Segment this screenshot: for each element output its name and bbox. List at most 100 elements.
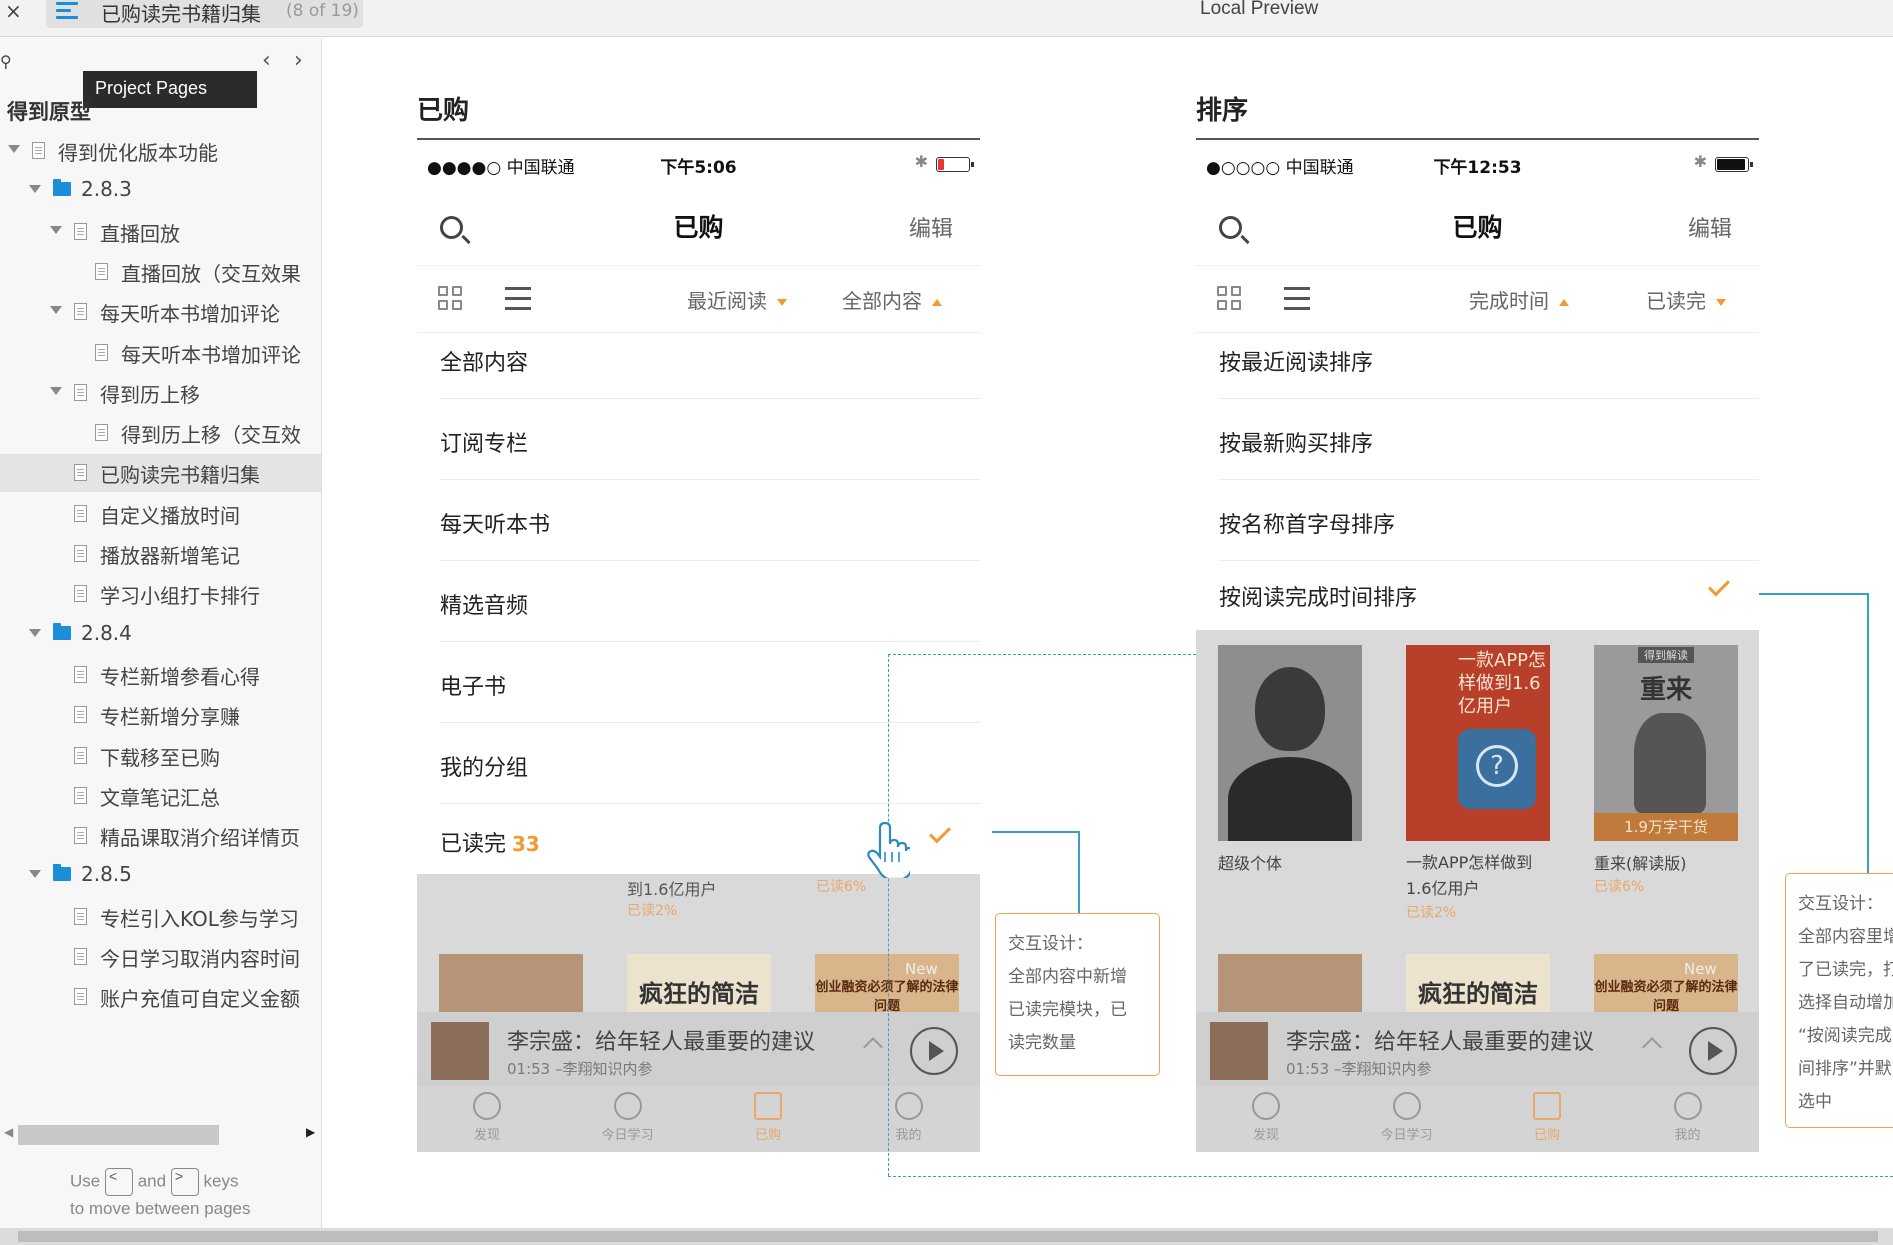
play-icon[interactable] <box>1689 1027 1737 1075</box>
menu-item[interactable]: 我的分组 <box>417 723 980 804</box>
tree-folder[interactable]: 2.8.3 <box>0 172 321 210</box>
expand-toggle-icon[interactable] <box>29 870 41 879</box>
menu-item[interactable]: 按最近阅读排序 <box>1196 318 1759 399</box>
menu-item-label: 每天听本书 <box>440 513 551 538</box>
tree-page[interactable]: 账户充值可自定义金额 <box>0 978 321 1016</box>
tooltip: Project Pages <box>83 71 257 108</box>
chevron-right-icon[interactable]: › <box>294 48 303 73</box>
read-count: 33 <box>512 832 540 856</box>
tree-page[interactable]: 已购读完书籍归集 <box>0 454 321 493</box>
expand-toggle-icon[interactable] <box>29 628 41 637</box>
menu-item[interactable]: 按最新购买排序 <box>1196 399 1759 480</box>
connector-line <box>992 831 1080 833</box>
tab-purchased-icon <box>1533 1092 1561 1120</box>
tab-label: 已购 <box>754 1128 781 1143</box>
menu-item-label: 已读完 33 <box>440 832 540 857</box>
tab-label: 已购 <box>1533 1128 1560 1143</box>
horizontal-scrollbar[interactable] <box>0 1228 1893 1245</box>
page-icon <box>74 746 87 764</box>
tree-item-label: 下载移至已购 <box>100 745 220 770</box>
player-subtitle: 01:53 –李翔知识内参 <box>1286 1060 1432 1078</box>
menu-item-label: 全部内容 <box>440 351 529 376</box>
hamburger-icon[interactable] <box>56 2 78 20</box>
tree-page[interactable]: 精品课取消介绍详情页 <box>0 817 321 855</box>
tree-item-label: 得到历上移（交互效 <box>121 423 301 448</box>
close-icon[interactable]: × <box>5 0 22 22</box>
page-icon <box>32 142 45 159</box>
tree-page[interactable]: 专栏新增参看心得 <box>0 656 321 694</box>
expand-toggle-icon[interactable] <box>50 225 62 234</box>
tree-page[interactable]: 专栏新增分享赚 <box>0 696 321 734</box>
tab-discover[interactable]: 发现 <box>447 1092 527 1143</box>
sort-dropdown[interactable]: 完成时间 <box>1469 285 1569 314</box>
expand-toggle-icon[interactable] <box>8 145 20 153</box>
chevron-up-icon[interactable] <box>863 1037 883 1057</box>
menu-item-label: 按最新购买排序 <box>1219 432 1374 457</box>
scroll-left-icon[interactable]: ◀ <box>4 1125 13 1139</box>
page-icon <box>74 464 87 482</box>
tree-page[interactable]: 每天听本书增加评论 <box>0 293 321 331</box>
keys-hint-line2: to move between pages <box>70 1199 251 1218</box>
chevron-left-icon[interactable]: ‹ <box>262 48 271 73</box>
mini-player[interactable]: 李宗盛：给年轻人最重要的建议 01:53 –李翔知识内参 <box>1196 1012 1759 1090</box>
tree-page[interactable]: 每天听本书增加评论 <box>0 334 321 372</box>
tab-purchased[interactable]: 已购 <box>728 1092 808 1143</box>
caret-up-icon <box>1559 299 1569 306</box>
tree-page[interactable]: 播放器新增笔记 <box>0 535 321 573</box>
list-view-icon[interactable] <box>505 287 531 311</box>
expand-toggle-icon[interactable] <box>50 306 62 315</box>
edit-button[interactable]: 编辑 <box>909 211 953 243</box>
tab-bar: 发现 今日学习 已购 我的 <box>417 1086 980 1152</box>
tree-page[interactable]: 文章笔记汇总 <box>0 777 321 815</box>
search-icon[interactable]: ⚲ <box>0 52 12 71</box>
expand-toggle-icon[interactable] <box>50 386 62 395</box>
grid-view-icon[interactable] <box>1217 286 1243 312</box>
tree-page[interactable]: 得到优化版本功能 <box>0 132 321 170</box>
sidebar-scrollbar[interactable] <box>18 1125 219 1145</box>
tree-page[interactable]: 学习小组打卡排行 <box>0 575 321 613</box>
tab-today[interactable]: 今日学习 <box>588 1092 668 1143</box>
play-icon[interactable] <box>910 1027 958 1075</box>
tab-discover[interactable]: 发现 <box>1226 1092 1306 1143</box>
scrollbar-thumb[interactable] <box>18 1231 1878 1242</box>
tree-page[interactable]: 直播回放（交互效果 <box>0 253 321 291</box>
sort-dropdown[interactable]: 最近阅读 <box>687 285 787 314</box>
grid-view-icon[interactable] <box>438 286 464 312</box>
edit-button[interactable]: 编辑 <box>1688 211 1732 243</box>
sort-option-completion[interactable]: 按阅读完成时间排序 <box>1196 560 1759 630</box>
page-icon <box>74 948 87 965</box>
menu-item[interactable]: 精选音频 <box>417 561 980 642</box>
tree-page[interactable]: 今日学习取消内容时间 <box>0 938 321 976</box>
tree-item-label: 已购读完书籍归集 <box>100 463 260 488</box>
read-progress: 已读2% <box>627 903 678 919</box>
tree-page[interactable]: 直播回放 <box>0 213 321 251</box>
expand-toggle-icon[interactable] <box>29 185 41 194</box>
phone-purchased: ●●●●○ 中国联通 下午5:06 ✱ 已购 编辑 最近阅读 全部内容 全部内容… <box>417 140 980 1152</box>
content-filter-dropdown[interactable]: 已读完 <box>1646 285 1726 314</box>
tab-purchased[interactable]: 已购 <box>1507 1092 1587 1143</box>
menu-item[interactable]: 全部内容 <box>417 318 980 399</box>
scroll-right-icon[interactable]: ▶ <box>306 1125 315 1139</box>
chevron-up-icon[interactable] <box>1642 1037 1662 1057</box>
list-view-icon[interactable] <box>1284 287 1310 311</box>
tree-page[interactable]: 自定义播放时间 <box>0 495 321 533</box>
page-icon <box>95 343 108 361</box>
tree-page[interactable]: 专栏引入KOL参与学习 <box>0 898 321 936</box>
menu-item[interactable]: 每天听本书 <box>417 480 980 561</box>
tab-mine[interactable]: 我的 <box>869 1092 949 1143</box>
book-cover: 疯狂的简洁 <box>1406 954 1550 1014</box>
tree-folder[interactable]: 2.8.5 <box>0 857 321 895</box>
book-cover: 得到解读 重来 1.9万字干货 <box>1594 645 1738 841</box>
tab-today[interactable]: 今日学习 <box>1367 1092 1447 1143</box>
tab-mine[interactable]: 我的 <box>1648 1092 1728 1143</box>
tree-page[interactable]: 得到历上移 <box>0 374 321 412</box>
mini-player[interactable]: 李宗盛：给年轻人最重要的建议 01:53 –李翔知识内参 <box>417 1012 980 1090</box>
tree-item-label: 直播回放（交互效果 <box>121 261 301 286</box>
menu-item[interactable]: 按名称首字母排序 <box>1196 480 1759 561</box>
menu-item[interactable]: 订阅专栏 <box>417 399 980 480</box>
content-filter-dropdown[interactable]: 全部内容 <box>842 285 942 314</box>
tree-folder[interactable]: 2.8.4 <box>0 616 321 654</box>
key-left-icon: < <box>104 1168 133 1196</box>
tree-page[interactable]: 得到历上移（交互效 <box>0 414 321 452</box>
tree-page[interactable]: 下载移至已购 <box>0 737 321 775</box>
